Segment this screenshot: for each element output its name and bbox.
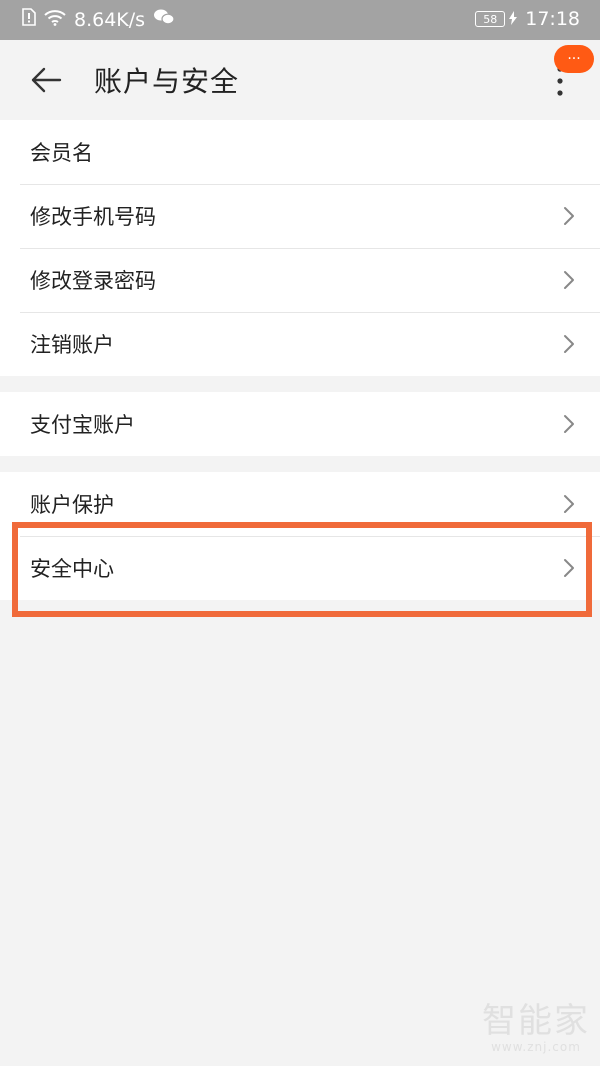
alipay-group: 支付宝账户 bbox=[0, 392, 600, 456]
wechat-icon bbox=[153, 8, 175, 31]
account-group: 会员名 修改手机号码 修改登录密码 注销账户 bbox=[0, 120, 600, 376]
list-item-label: 修改手机号码 bbox=[30, 205, 156, 229]
chevron-right-icon bbox=[562, 493, 576, 515]
network-speed: 8.64K/s bbox=[74, 8, 146, 31]
message-badge[interactable]: ··· bbox=[554, 45, 594, 73]
change-password-row[interactable]: 修改登录密码 bbox=[0, 248, 600, 312]
security-group: 账户保护 安全中心 bbox=[0, 472, 600, 600]
clock: 17:18 bbox=[525, 8, 580, 30]
list-item-label: 支付宝账户 bbox=[30, 413, 135, 437]
back-arrow-icon[interactable] bbox=[30, 66, 62, 94]
watermark: 智能家 www.znj.com bbox=[482, 1004, 590, 1054]
status-right: 58 17:18 bbox=[475, 8, 580, 30]
security-center-row[interactable]: 安全中心 bbox=[0, 536, 600, 600]
page-title: 账户与安全 bbox=[94, 65, 240, 98]
deactivate-account-row[interactable]: 注销账户 bbox=[0, 312, 600, 376]
change-phone-row[interactable]: 修改手机号码 bbox=[0, 184, 600, 248]
chevron-right-icon bbox=[562, 557, 576, 579]
sim-alert-icon bbox=[22, 8, 36, 31]
list-item-label: 账户保护 bbox=[30, 493, 114, 517]
status-bar: 8.64K/s 58 17:18 bbox=[0, 0, 600, 40]
charging-icon bbox=[509, 8, 518, 30]
list-item-label: 修改登录密码 bbox=[30, 269, 156, 293]
chevron-right-icon bbox=[562, 269, 576, 291]
battery-icon: 58 bbox=[475, 11, 506, 27]
chevron-right-icon bbox=[562, 333, 576, 355]
watermark-url: www.znj.com bbox=[491, 1040, 581, 1054]
list-item-label: 安全中心 bbox=[30, 557, 114, 581]
list-item-label: 会员名 bbox=[30, 141, 93, 165]
list-item-label: 注销账户 bbox=[30, 333, 114, 357]
account-protection-row[interactable]: 账户保护 bbox=[0, 472, 600, 536]
member-name-row[interactable]: 会员名 bbox=[0, 120, 600, 184]
watermark-logo-text: 智能家 bbox=[482, 1001, 590, 1041]
wifi-icon bbox=[44, 9, 66, 31]
alipay-account-row[interactable]: 支付宝账户 bbox=[0, 392, 600, 456]
title-bar: 账户与安全 ··· bbox=[0, 40, 600, 120]
status-left: 8.64K/s bbox=[22, 8, 175, 31]
chevron-right-icon bbox=[562, 205, 576, 227]
chevron-right-icon bbox=[562, 413, 576, 435]
